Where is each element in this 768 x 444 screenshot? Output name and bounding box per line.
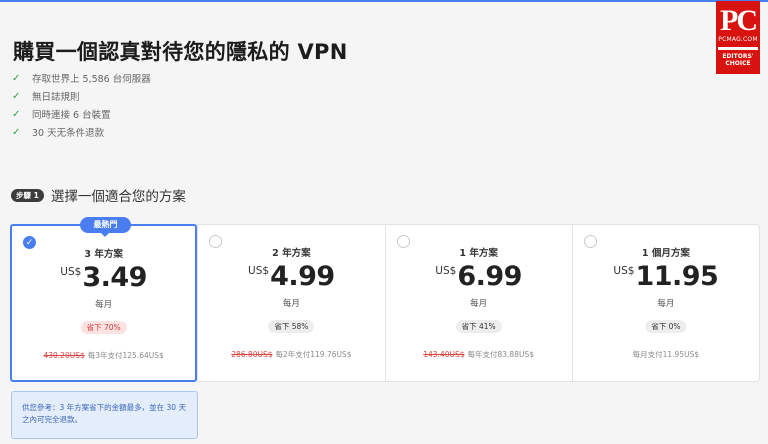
step-title: 選擇一個適合您的方案 [50,189,186,205]
pcmag-editors-choice-badge: PC PCMAG.COM EDITORS' CHOICE [716,1,760,74]
check-icon: ✓ [12,90,21,102]
plan-name: 2 年方案 [272,248,311,259]
plan-name: 1 年方案 [459,248,498,259]
billing-text: 每2年支付119.76US$ [275,350,352,359]
plan-price: US$ 4.99 [198,261,384,293]
plan-card-2-year[interactable]: 2 年方案 US$ 4.99 每月 省下 58% 286.80US$ 每2年支付1… [197,225,384,381]
billing-text: 每月支付11.95US$ [632,350,700,359]
check-icon: ✓ [12,72,21,84]
pcmag-logo: PC [720,4,758,37]
price-currency: US$ [60,266,82,278]
step-badge: 步驟 1 [11,188,44,202]
original-price: 430.20US$ [43,351,85,360]
feature-item: ✓ 同時連接 6 台裝置 [12,105,151,123]
feature-list: ✓ 存取世界上 5,586 台伺服器 ✓ 無日誌規則 ✓ 同時連接 6 台裝置 ✓ 30… [12,69,151,141]
plan-price: US$ 11.95 [573,261,759,293]
feature-text: 無日誌規則 [32,92,80,103]
feature-item: ✓ 30 天无条件退款 [12,123,151,141]
savings-badge: 省下 0% [645,320,687,333]
savings-badge: 省下 58% [268,320,315,333]
price-period: 每月 [95,300,113,310]
billing-info: 430.20US$ 每3年支付125.64US$ [12,350,195,361]
most-popular-tag: 最熱門 [80,217,131,237]
badge-award-line1: EDITORS' [722,53,754,60]
top-accent-line [0,0,768,2]
plan-price: US$ 3.49 [12,262,195,294]
billing-info: 每月支付11.95US$ [573,349,759,360]
feature-text: 30 天无条件退款 [32,128,105,139]
plan-card-3-year[interactable]: ✓ 3 年方案 US$ 3.49 每月 省下 70% 430.20US$ 每3年支… [10,224,198,382]
plan-selector: ✓ 3 年方案 US$ 3.49 每月 省下 70% 430.20US$ 每3年支… [10,224,760,382]
check-icon: ✓ [12,126,21,138]
price-period: 每月 [470,299,488,309]
pcmag-site: PCMAG.COM [718,36,758,43]
price-period: 每月 [282,299,300,309]
price-period: 每月 [657,299,675,309]
feature-item: ✓ 無日誌規則 [12,87,151,105]
page-title: 購買一個認真對待您的隱私的 VPN [13,40,348,64]
billing-text: 每年支付83.88US$ [467,350,535,359]
price-currency: US$ [248,265,270,277]
savings-badge: 省下 41% [455,320,502,333]
billing-info: 286.80US$ 每2年支付119.76US$ [198,349,384,360]
check-icon: ✓ [12,108,21,120]
price-amount: 4.99 [270,261,335,292]
original-price: 286.80US$ [231,350,273,359]
billing-info: 143.40US$ 每年支付83.88US$ [386,349,572,360]
plan-card-1-year[interactable]: 1 年方案 US$ 6.99 每月 省下 41% 143.40US$ 每年支付83… [384,225,572,381]
step-heading: 步驟 1 選擇一個適合您的方案 [11,185,186,205]
plan-name: 1 個月方案 [641,248,690,259]
price-currency: US$ [435,265,457,277]
plan-card-1-month[interactable]: 1 個月方案 US$ 11.95 每月 省下 0% 每月支付11.95US$ [571,225,759,381]
billing-text: 每3年支付125.64US$ [87,351,164,360]
feature-text: 同時連接 6 台裝置 [32,110,111,121]
plan-name: 3 年方案 [84,249,123,260]
price-amount: 3.49 [82,262,147,293]
badge-divider [718,47,758,50]
info-note: 供您參考：3 年方案省下的金額最多，並在 30 天之內可完全退款。 [11,391,198,439]
original-price: 143.40US$ [423,350,465,359]
badge-award-line2: CHOICE [725,60,751,67]
price-amount: 6.99 [457,261,522,292]
price-amount: 11.95 [635,261,719,292]
feature-text: 存取世界上 5,586 台伺服器 [32,74,151,85]
plan-price: US$ 6.99 [386,261,572,293]
feature-item: ✓ 存取世界上 5,586 台伺服器 [12,69,151,87]
savings-badge: 省下 70% [80,321,127,334]
price-currency: US$ [613,265,635,277]
